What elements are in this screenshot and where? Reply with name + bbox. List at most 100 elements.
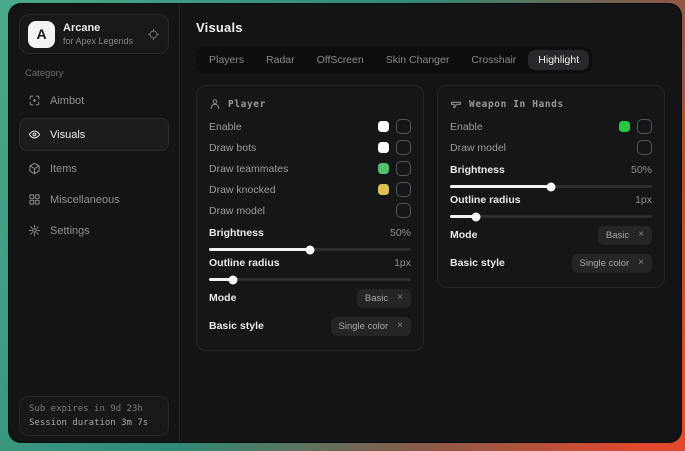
checkbox[interactable] [396, 182, 411, 197]
toggle-controls [637, 140, 652, 155]
tab-offscreen[interactable]: OffScreen [307, 50, 374, 70]
checkbox[interactable] [637, 119, 652, 134]
viewfinder-icon [28, 94, 41, 107]
panel-header: Weapon In Hands [450, 98, 652, 110]
basic-style-select[interactable]: Single color× [572, 254, 652, 273]
toggle-label: Draw bots [209, 142, 256, 154]
sidebar-item-settings[interactable]: Settings [19, 217, 169, 244]
sidebar-item-visuals[interactable]: Visuals [19, 118, 169, 151]
brand-text: Arcane for Apex Legends [63, 22, 133, 46]
toggle-row-draw-bots: Draw bots [209, 137, 411, 158]
select-label: Basic style [209, 320, 264, 332]
app-window: A Arcane for Apex Legends Category Aimbo… [9, 4, 681, 442]
slider-thumb[interactable] [472, 212, 481, 221]
sidebar-item-label: Aimbot [50, 95, 84, 107]
slider-head: Brightness50% [209, 227, 411, 239]
slider-head: Outline radius1px [450, 194, 652, 206]
toggle-row-draw-knocked: Draw knocked [209, 179, 411, 200]
person-icon [209, 98, 221, 110]
panel-header: Player [209, 98, 411, 110]
gun-icon [450, 98, 462, 110]
slider-value: 1px [394, 257, 411, 269]
toggle-controls [619, 119, 652, 134]
session-duration-text: Session duration 3m 7s [29, 418, 159, 428]
close-icon[interactable]: × [638, 258, 644, 268]
select-row-mode: Mode Basic× [209, 287, 411, 309]
mode-select[interactable]: Basic× [357, 289, 411, 308]
tab-crosshair[interactable]: Crosshair [461, 50, 526, 70]
select-label: Basic style [450, 257, 505, 269]
mode-select[interactable]: Basic × [598, 226, 652, 245]
toggle-controls [396, 203, 411, 218]
toggle-label: Enable [209, 121, 242, 133]
slider-thumb[interactable] [229, 275, 238, 284]
select-row-basic-style: Basic style Single color× [450, 252, 652, 274]
slider-value: 1px [635, 194, 652, 206]
color-swatch[interactable] [378, 142, 389, 153]
app-title: Arcane [63, 22, 133, 34]
main-content: Visuals PlayersRadarOffScreenSkin Change… [180, 4, 681, 442]
sidebar-item-label: Items [50, 163, 77, 175]
toggle-label: Draw teammates [209, 163, 288, 175]
close-icon[interactable]: × [397, 321, 403, 331]
select-row-mode: Mode Basic × [450, 224, 652, 246]
sub-expiry-text: Sub expires in 9d 23h [29, 404, 159, 414]
select-label: Mode [209, 292, 236, 304]
toggle-label: Draw knocked [209, 184, 276, 196]
close-icon[interactable]: × [638, 230, 644, 240]
app-logo: A [28, 21, 55, 48]
slider-head: Brightness50% [450, 164, 652, 176]
app-subtitle: for Apex Legends [63, 36, 133, 46]
toggle-row-draw-model: Draw model [209, 200, 411, 221]
checkbox[interactable] [396, 140, 411, 155]
basic-style-select[interactable]: Single color × [331, 317, 411, 336]
sidebar-item-label: Settings [50, 225, 90, 237]
checkbox[interactable] [396, 119, 411, 134]
slider-track[interactable] [209, 278, 411, 281]
panel-player: Player Enable Draw bots Draw teammates Draw … [196, 85, 424, 351]
slider-thumb[interactable] [306, 245, 315, 254]
checkbox[interactable] [637, 140, 652, 155]
crosshair-icon[interactable] [147, 28, 160, 41]
toggle-row-enable: Enable [209, 116, 411, 137]
slider-value: 50% [631, 164, 652, 176]
toggle-controls [378, 140, 411, 155]
slider-row-brightness: Brightness50% [209, 227, 411, 251]
subscription-status-card: Sub expires in 9d 23h Session duration 3… [19, 396, 169, 436]
tab-highlight[interactable]: Highlight [528, 50, 589, 70]
sidebar-item-label: Visuals [50, 129, 85, 141]
slider-fill [450, 185, 551, 188]
gear-icon [28, 224, 41, 237]
selected-value: Single color [339, 321, 389, 332]
slider-track[interactable] [209, 248, 411, 251]
slider-track[interactable] [450, 185, 652, 188]
grid-icon [28, 193, 41, 206]
tab-bar: PlayersRadarOffScreenSkin ChangerCrossha… [196, 47, 592, 73]
color-swatch[interactable] [378, 163, 389, 174]
sidebar-item-aimbot[interactable]: Aimbot [19, 87, 169, 114]
color-swatch[interactable] [378, 184, 389, 195]
slider-row-brightness: Brightness50% [450, 164, 652, 188]
panel-title: Player [228, 99, 266, 110]
toggle-label: Enable [450, 121, 483, 133]
toggle-row-draw-teammates: Draw teammates [209, 158, 411, 179]
sidebar-item-miscellaneous[interactable]: Miscellaneous [19, 186, 169, 213]
color-swatch[interactable] [378, 121, 389, 132]
checkbox[interactable] [396, 203, 411, 218]
page-title: Visuals [196, 20, 665, 35]
tab-skin-changer[interactable]: Skin Changer [376, 50, 460, 70]
slider-row-outline-radius: Outline radius1px [450, 194, 652, 218]
slider-track[interactable] [450, 215, 652, 218]
select-label: Mode [450, 229, 477, 241]
slider-thumb[interactable] [547, 182, 556, 191]
slider-label: Outline radius [209, 257, 280, 269]
tab-players[interactable]: Players [199, 50, 254, 70]
sidebar-item-items[interactable]: Items [19, 155, 169, 182]
panels-container: Player Enable Draw bots Draw teammates Draw … [196, 85, 665, 351]
close-icon[interactable]: × [397, 293, 403, 303]
selected-value: Basic [606, 230, 629, 241]
tab-radar[interactable]: Radar [256, 50, 305, 70]
checkbox[interactable] [396, 161, 411, 176]
color-swatch[interactable] [619, 121, 630, 132]
category-label: Category [25, 68, 163, 79]
